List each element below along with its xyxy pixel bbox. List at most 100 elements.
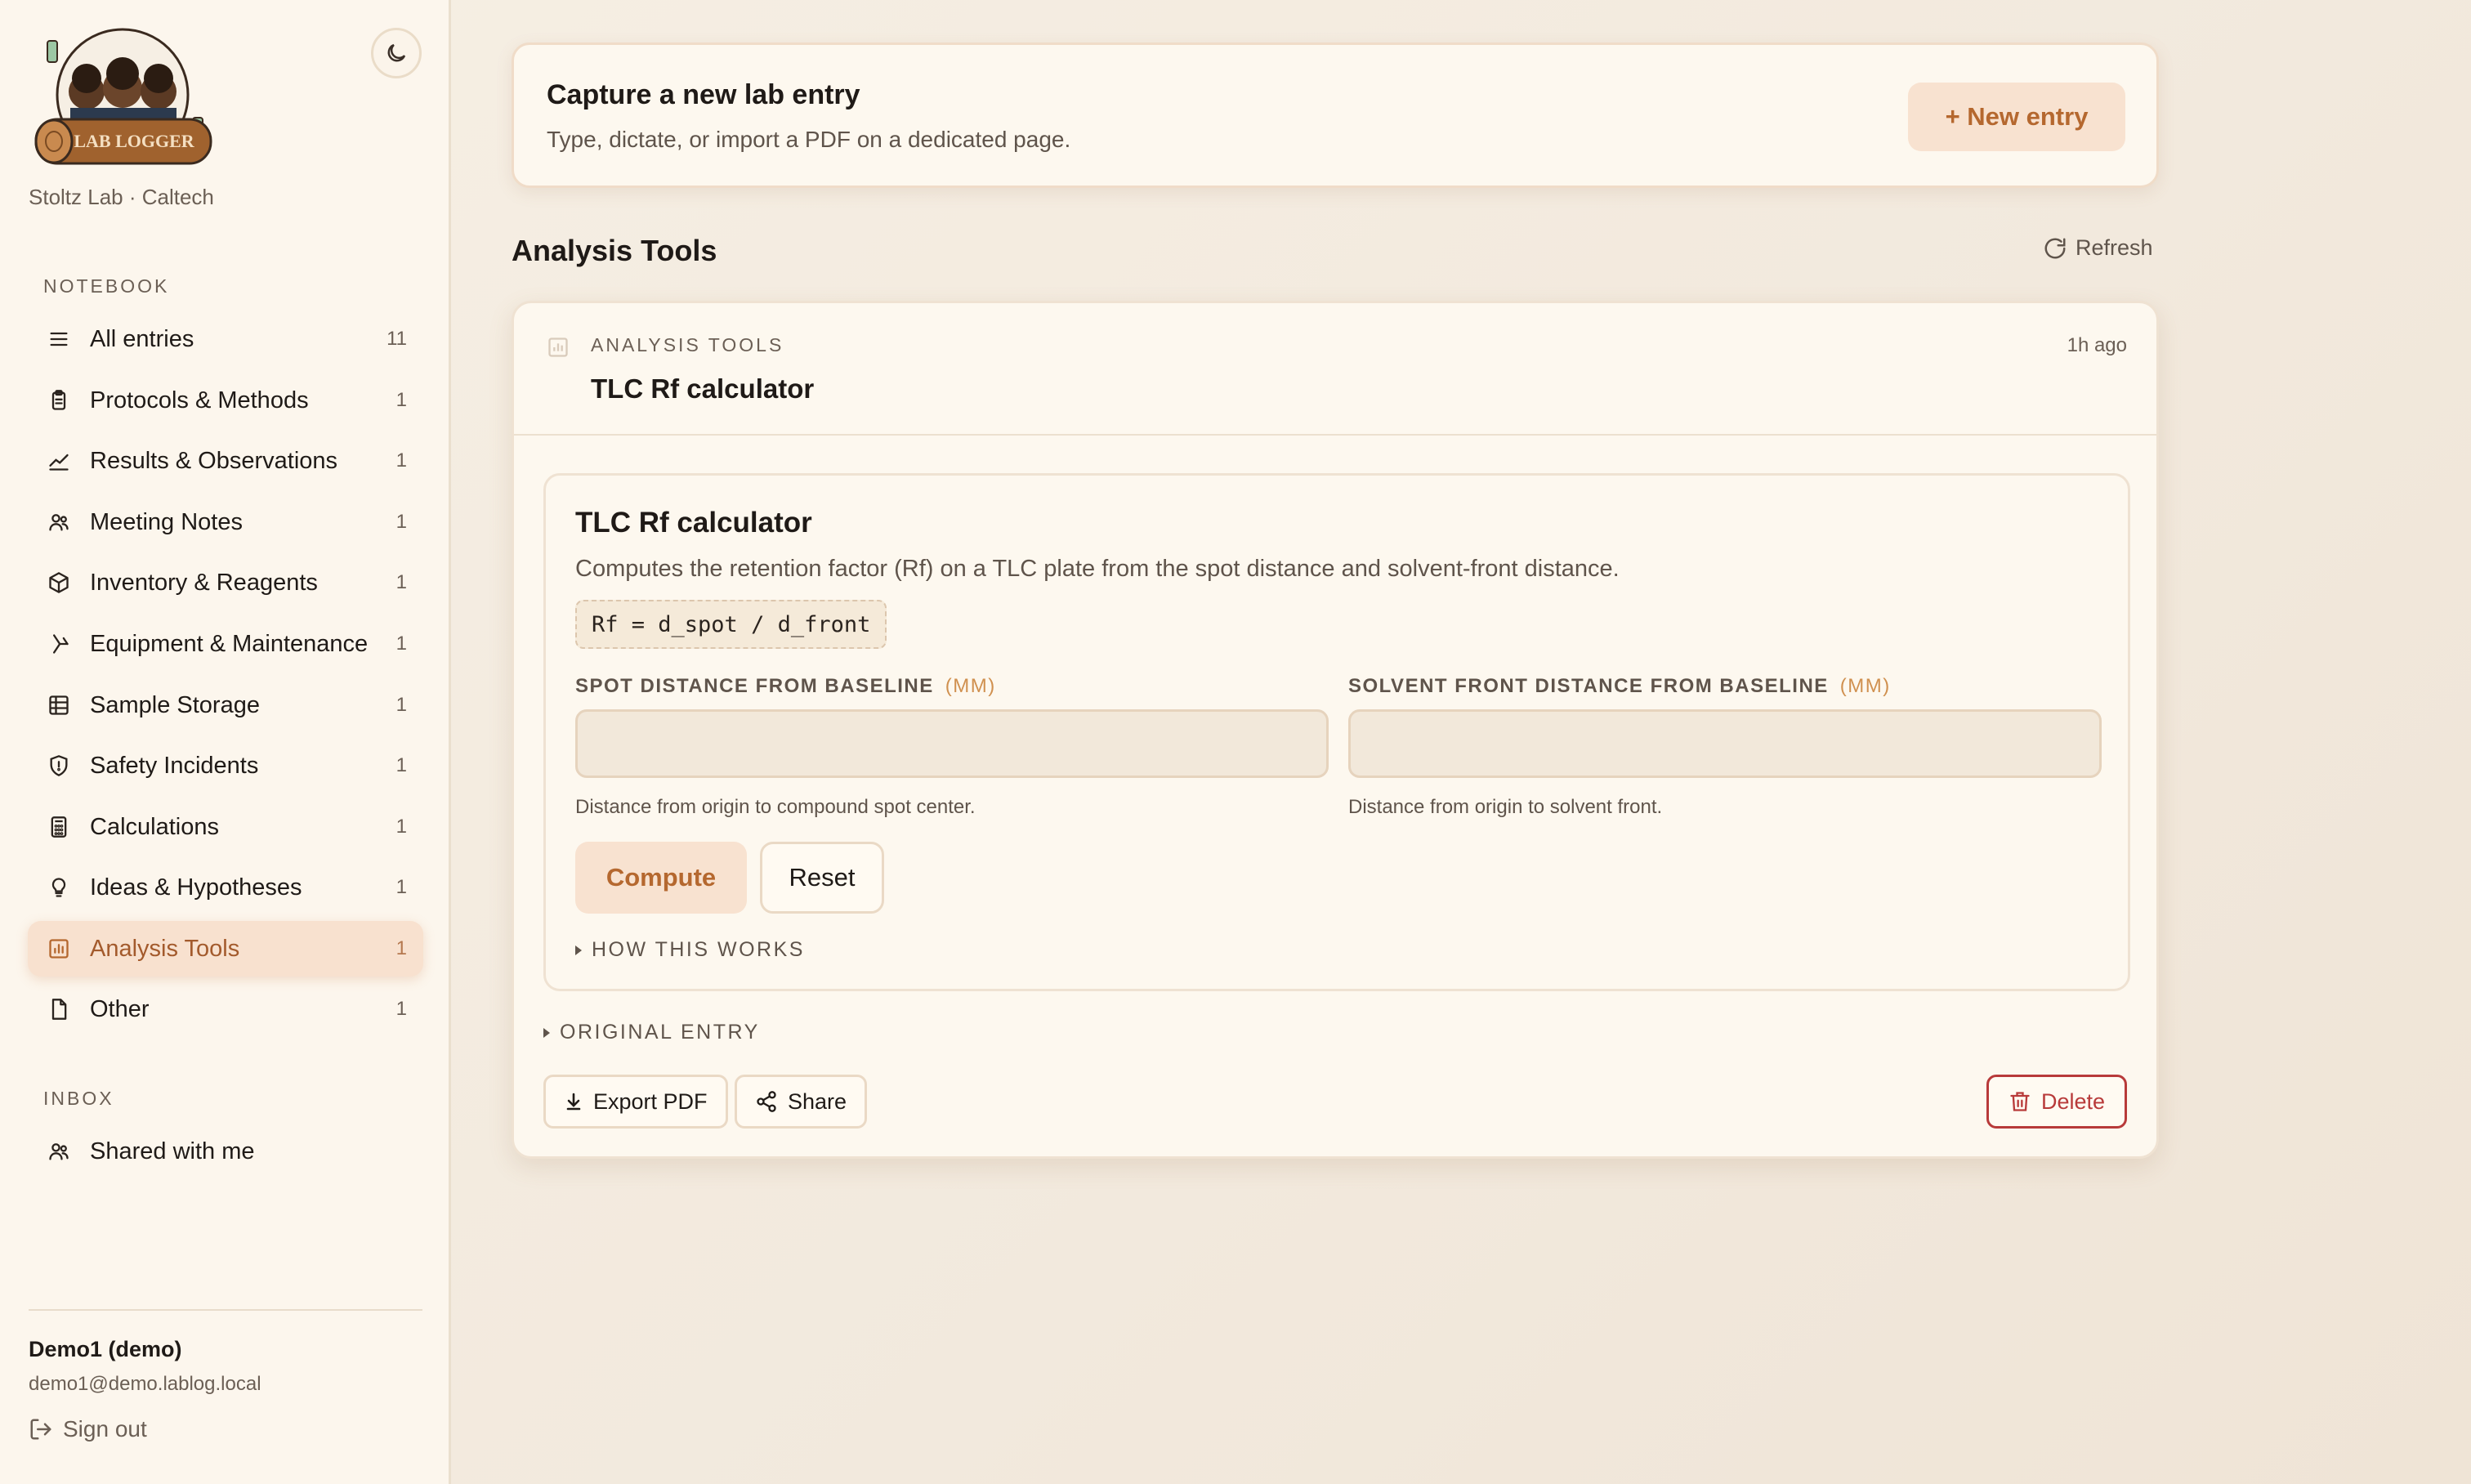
field-label-text: SPOT DISTANCE FROM BASELINE: [575, 675, 934, 697]
entry-divider: [514, 434, 2156, 436]
sidebar-item-protocols[interactable]: Protocols & Methods 1: [28, 373, 423, 428]
branch-icon: [46, 631, 72, 657]
spot-distance-label: SPOT DISTANCE FROM BASELINE (MM): [575, 675, 996, 698]
sidebar-divider: [29, 1309, 422, 1311]
sidebar-item-label: Ideas & Hypotheses: [90, 874, 302, 901]
grid-icon: [46, 692, 72, 718]
sidebar-item-all-entries[interactable]: All entries 11: [28, 311, 423, 367]
page-title: Analysis Tools: [512, 234, 717, 267]
sidebar-item-label: Meeting Notes: [90, 508, 243, 535]
user-name: Demo1 (demo): [29, 1337, 182, 1361]
sidebar-item-count: 1: [395, 998, 407, 1020]
export-pdf-button[interactable]: Export PDF: [543, 1075, 728, 1129]
sidebar-item-count: 1: [395, 511, 407, 533]
new-entry-button[interactable]: + New entry: [1908, 83, 2125, 151]
entry-category: ANALYSIS TOOLS: [591, 334, 784, 355]
sidebar-item-label: Protocols & Methods: [90, 387, 309, 413]
sidebar-item-label: Sample Storage: [90, 691, 260, 718]
calculator-title: TLC Rf calculator: [575, 507, 812, 539]
solvent-front-input[interactable]: [1348, 709, 2102, 778]
sidebar-item-sample-storage[interactable]: Sample Storage 1: [28, 677, 423, 733]
export-pdf-label: Export PDF: [593, 1088, 708, 1114]
sidebar-item-count: 1: [395, 694, 407, 716]
sidebar-item-safety[interactable]: Safety Incidents 1: [28, 738, 423, 793]
sidebar-item-equipment[interactable]: Equipment & Maintenance 1: [28, 616, 423, 672]
sidebar-item-label: Calculations: [90, 813, 219, 840]
share-icon: [757, 1091, 776, 1112]
sidebar-item-inventory[interactable]: Inventory & Reagents 1: [28, 555, 423, 610]
inbox-section-label: INBOX: [43, 1088, 114, 1109]
sidebar-item-count: 1: [395, 571, 407, 593]
solvent-front-help: Distance from origin to solvent front.: [1348, 796, 1663, 818]
notebook-section-label: NOTEBOOK: [43, 275, 170, 297]
file-icon: [46, 996, 72, 1022]
sidebar-item-other[interactable]: Other 1: [28, 981, 423, 1037]
sidebar-item-calculations[interactable]: Calculations 1: [28, 799, 423, 855]
share-button[interactable]: Share: [735, 1075, 868, 1129]
entry-title: TLC Rf calculator: [591, 373, 815, 404]
calculator-icon: [46, 814, 72, 840]
bar-chart-icon: [46, 936, 72, 962]
entry-timestamp: 1h ago: [2067, 334, 2127, 356]
compute-button[interactable]: Compute: [575, 842, 747, 914]
entry-card: ANALYSIS TOOLS 1h ago TLC Rf calculator …: [512, 301, 2159, 1159]
delete-button[interactable]: Delete: [1986, 1075, 2127, 1129]
download-icon: [566, 1093, 581, 1111]
org-name: Stoltz Lab · Caltech: [29, 185, 214, 209]
sidebar-item-results[interactable]: Results & Observations 1: [28, 433, 423, 489]
sidebar-item-count: 1: [395, 389, 407, 411]
refresh-icon: [2044, 238, 2066, 258]
delete-label: Delete: [2040, 1088, 2106, 1114]
capture-title: Capture a new lab entry: [547, 79, 860, 110]
sidebar-item-label: Inventory & Reagents: [90, 569, 318, 596]
reset-button[interactable]: Reset: [760, 842, 884, 914]
clipboard-icon: [46, 387, 72, 413]
refresh-label: Refresh: [2076, 235, 2153, 260]
sidebar-item-count: 1: [395, 876, 407, 898]
refresh-button[interactable]: Refresh: [2043, 235, 2153, 261]
lab-logger-logo: LAB LOGGER: [33, 28, 214, 172]
field-unit: (MM): [945, 675, 996, 697]
sidebar-item-count: 1: [395, 937, 407, 959]
sidebar-item-ideas[interactable]: Ideas & Hypotheses 1: [28, 860, 423, 915]
trend-icon: [46, 448, 72, 474]
sign-out-label: Sign out: [63, 1416, 147, 1442]
list-icon: [46, 326, 72, 352]
sidebar-item-label: Other: [90, 995, 150, 1022]
formula-code: Rf = d_spot / d_front: [575, 600, 887, 649]
sidebar-item-label: Results & Observations: [90, 447, 338, 474]
capture-subtitle: Type, dictate, or import a PDF on a dedi…: [547, 127, 1071, 152]
sign-out-icon: [30, 1419, 51, 1440]
dark-mode-toggle[interactable]: [371, 28, 422, 78]
calculator-panel: TLC Rf calculator Computes the retention…: [543, 473, 2130, 991]
main-content: Capture a new lab entry Type, dictate, o…: [451, 0, 2471, 1484]
sidebar-item-shared-with-me[interactable]: Shared with me: [28, 1124, 423, 1179]
disclosure-label: ORIGINAL ENTRY: [560, 1021, 760, 1044]
sidebar-item-count: 1: [395, 632, 407, 655]
trash-icon: [2010, 1092, 2030, 1111]
sign-out-button[interactable]: Sign out: [29, 1416, 147, 1442]
sidebar-item-count: 1: [395, 816, 407, 838]
sidebar-item-count: 11: [387, 328, 407, 350]
box-icon: [46, 570, 72, 596]
original-entry-toggle[interactable]: ORIGINAL ENTRY: [543, 1021, 760, 1044]
sidebar-item-label: Safety Incidents: [90, 752, 259, 779]
bar-chart-icon: [548, 337, 568, 357]
spot-distance-help: Distance from origin to compound spot ce…: [575, 796, 976, 818]
how-this-works-toggle[interactable]: HOW THIS WORKS: [575, 938, 805, 962]
sidebar-item-count: 1: [395, 449, 407, 472]
sidebar-item-meeting-notes[interactable]: Meeting Notes 1: [28, 494, 423, 550]
field-label-text: SOLVENT FRONT DISTANCE FROM BASELINE: [1348, 675, 1829, 697]
field-unit: (MM): [1839, 675, 1891, 697]
sidebar: LAB LOGGER Stoltz Lab · Caltech NOTEBOOK…: [0, 0, 451, 1484]
lightbulb-icon: [46, 874, 72, 901]
spot-distance-input[interactable]: [575, 709, 1329, 778]
svg-text:LAB LOGGER: LAB LOGGER: [74, 131, 194, 151]
users-icon: [46, 1138, 72, 1164]
sidebar-item-analysis-tools[interactable]: Analysis Tools 1: [28, 921, 423, 977]
caret-right-icon: [575, 945, 582, 955]
share-label: Share: [788, 1088, 847, 1114]
shield-icon: [46, 753, 72, 779]
capture-entry-card: Capture a new lab entry Type, dictate, o…: [512, 42, 2159, 188]
disclosure-label: HOW THIS WORKS: [592, 938, 805, 961]
